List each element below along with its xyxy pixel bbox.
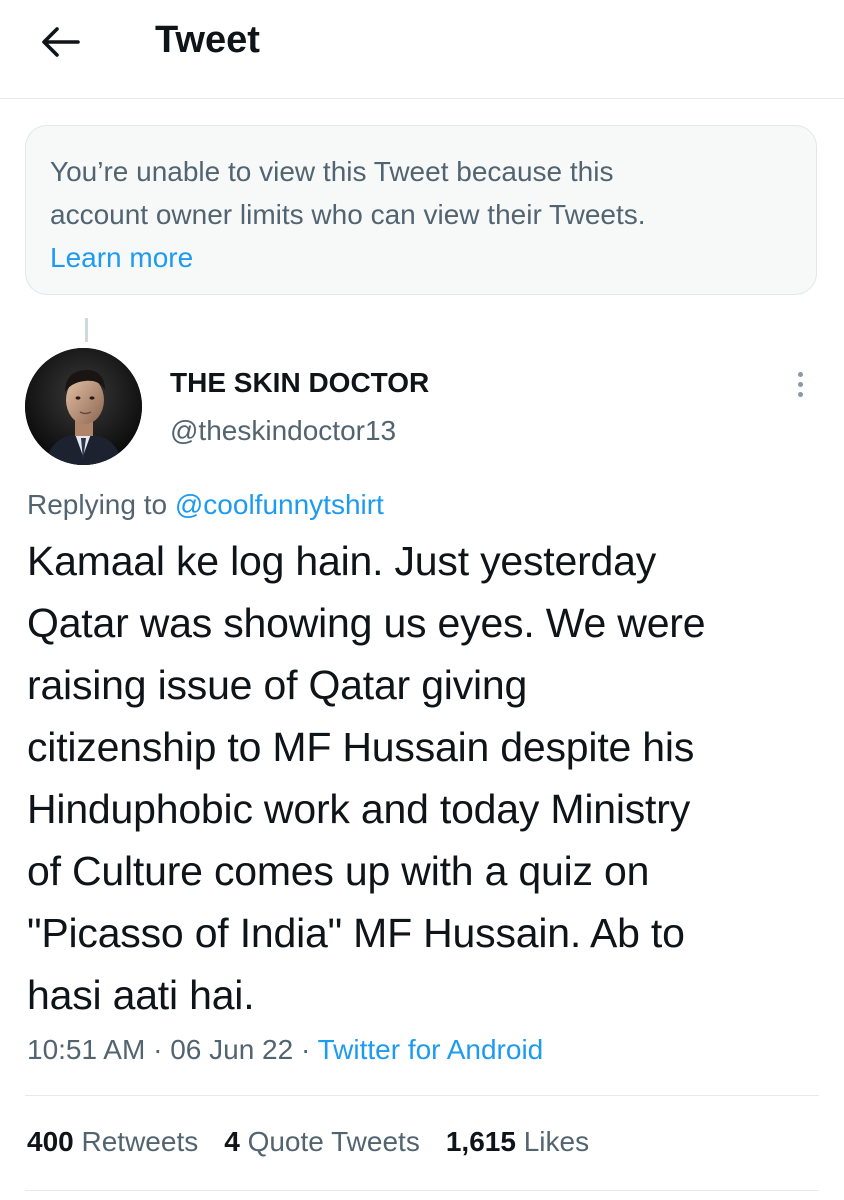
tweet-source-link[interactable]: Twitter for Android: [318, 1034, 544, 1065]
top-app-bar: Tweet: [0, 0, 844, 99]
quote-tweets-label: Quote Tweets: [247, 1126, 420, 1157]
notice-line-2: account owner limits who can view their …: [50, 199, 646, 230]
tweet-date[interactable]: 06 Jun 22: [170, 1034, 293, 1065]
likes-stat[interactable]: 1,615 Likes: [446, 1124, 589, 1160]
learn-more-link[interactable]: Learn more: [50, 242, 193, 273]
tweet-metadata: 10:51 AM · 06 Jun 22 · Twitter for Andro…: [27, 1032, 543, 1068]
more-vertical-icon-dot: [797, 391, 803, 397]
notice-line-1: You’re unable to view this Tweet because…: [50, 156, 614, 187]
thread-connector-line: [85, 318, 88, 342]
tweet-time[interactable]: 10:51 AM: [27, 1034, 145, 1065]
more-options-button[interactable]: [784, 364, 816, 404]
more-vertical-icon-dot: [797, 381, 803, 387]
likes-label: Likes: [523, 1126, 590, 1157]
arrow-left-icon: [42, 27, 80, 57]
replying-to: Replying to @coolfunnytshirt: [27, 488, 384, 522]
meta-separator: ·: [300, 1034, 311, 1065]
page-title: Tweet: [155, 19, 260, 61]
more-vertical-icon: [797, 371, 803, 377]
restricted-tweet-notice: You’re unable to view this Tweet because…: [25, 125, 817, 295]
meta-separator: ·: [153, 1034, 163, 1065]
divider: [25, 1190, 819, 1191]
engagement-stats: 400 Retweets 4 Quote Tweets 1,615 Likes: [27, 1124, 589, 1160]
avatar-portrait-image: [25, 348, 142, 465]
divider: [25, 1095, 819, 1096]
quote-tweets-count: 4: [224, 1126, 240, 1157]
tweet-text: Kamaal ke log hain. Just yesterday Qatar…: [27, 538, 706, 1018]
retweets-count: 400: [27, 1126, 74, 1157]
retweets-label: Retweets: [81, 1126, 199, 1157]
avatar[interactable]: [25, 348, 142, 465]
back-button[interactable]: [36, 18, 84, 66]
quote-tweets-stat[interactable]: 4 Quote Tweets: [224, 1124, 420, 1160]
author-handle[interactable]: @theskindoctor13: [170, 414, 396, 448]
retweets-stat[interactable]: 400 Retweets: [27, 1124, 198, 1160]
likes-count: 1,615: [445, 1126, 516, 1157]
replying-to-handle-link[interactable]: @coolfunnytshirt: [175, 489, 384, 520]
author-name[interactable]: THE SKIN DOCTOR: [170, 366, 429, 400]
replying-to-label: Replying to: [27, 489, 168, 520]
